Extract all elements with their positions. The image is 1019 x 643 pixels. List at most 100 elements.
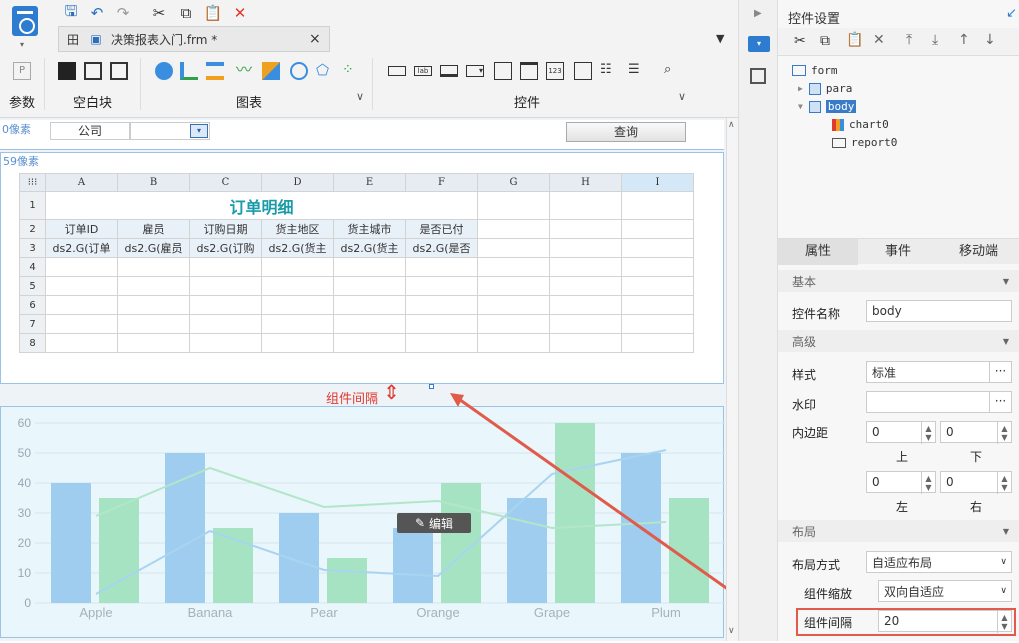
watermark-more-button[interactable]: ··· bbox=[989, 392, 1011, 412]
cell[interactable] bbox=[477, 333, 550, 353]
button-widget-icon[interactable] bbox=[440, 65, 458, 77]
cell[interactable] bbox=[477, 238, 550, 258]
query-button[interactable]: 查询 bbox=[566, 122, 686, 142]
app-menu-chevron-icon[interactable]: ▾ bbox=[20, 40, 24, 49]
cell[interactable] bbox=[549, 314, 622, 334]
absolute-block-icon[interactable] bbox=[58, 62, 76, 80]
cell[interactable] bbox=[261, 333, 334, 353]
cell[interactable] bbox=[261, 257, 334, 277]
header-cell[interactable]: 是否已付 bbox=[405, 219, 478, 239]
section-layout[interactable]: 布局 ▼ bbox=[778, 520, 1019, 542]
col-header[interactable]: G bbox=[477, 173, 550, 192]
cell[interactable] bbox=[45, 276, 118, 296]
move-bottom-icon[interactable]: ⤓ bbox=[932, 32, 938, 48]
combo-tree-widget-icon[interactable] bbox=[494, 62, 512, 80]
cell[interactable] bbox=[333, 314, 406, 334]
header-cell[interactable]: 雇员 bbox=[117, 219, 190, 239]
cell[interactable] bbox=[333, 257, 406, 277]
combo-dropdown-icon[interactable]: ▾ bbox=[190, 124, 208, 138]
col-header[interactable]: A bbox=[45, 173, 118, 192]
move-up-icon[interactable]: ↑ bbox=[958, 32, 970, 48]
binding-cell[interactable]: ds2.G(雇员 bbox=[117, 238, 190, 258]
cell[interactable] bbox=[261, 276, 334, 296]
cell[interactable] bbox=[261, 314, 334, 334]
binding-cell[interactable]: ds2.G(货主 bbox=[261, 238, 334, 258]
cell[interactable] bbox=[621, 219, 694, 239]
save-icon[interactable]: 🖫 bbox=[62, 2, 80, 22]
cell[interactable] bbox=[45, 295, 118, 315]
pad-right-input[interactable]: 0 ▲ ▼ bbox=[940, 471, 1012, 494]
tab-menu-icon[interactable]: ▼ bbox=[716, 32, 724, 45]
cell[interactable] bbox=[477, 219, 550, 239]
cell[interactable] bbox=[45, 314, 118, 334]
cell[interactable] bbox=[477, 257, 550, 277]
move-top-icon[interactable]: ⤒ bbox=[906, 32, 912, 48]
collapse-arrow-icon[interactable]: ▶ bbox=[754, 8, 762, 19]
cut-icon[interactable]: ✂ bbox=[794, 33, 806, 49]
cell[interactable] bbox=[189, 295, 262, 315]
cell[interactable] bbox=[333, 276, 406, 296]
cell[interactable] bbox=[621, 257, 694, 277]
widget-more-chevron-icon[interactable]: ∨ bbox=[678, 90, 686, 103]
widget-name-input[interactable]: body bbox=[866, 300, 1012, 322]
radar-chart-icon[interactable]: ⬠ bbox=[316, 62, 334, 80]
cell[interactable] bbox=[549, 333, 622, 353]
row-header[interactable]: 5 bbox=[19, 276, 46, 296]
layout-icon[interactable] bbox=[750, 68, 766, 84]
cell[interactable] bbox=[45, 333, 118, 353]
radio-group-icon[interactable]: ☷ bbox=[600, 62, 618, 80]
company-combo[interactable]: ▾ bbox=[130, 122, 210, 140]
tree-item-form[interactable]: form bbox=[792, 64, 838, 77]
spinner-icon[interactable]: ▲ ▼ bbox=[921, 422, 935, 444]
binding-cell[interactable]: ds2.G(是否 bbox=[405, 238, 478, 258]
bar-chart-icon[interactable] bbox=[180, 62, 198, 80]
cell[interactable] bbox=[549, 191, 622, 220]
cell[interactable] bbox=[477, 191, 550, 220]
cell[interactable] bbox=[405, 295, 478, 315]
row-header[interactable]: 7 bbox=[19, 314, 46, 334]
binding-cell[interactable]: ds2.G(订单 bbox=[45, 238, 118, 258]
report-title[interactable]: 订单明细 bbox=[45, 191, 478, 220]
section-advanced[interactable]: 高级 ▼ bbox=[778, 330, 1019, 352]
resize-handle[interactable] bbox=[429, 384, 434, 389]
cell[interactable] bbox=[621, 238, 694, 258]
checkbox-group-icon[interactable]: ☰ bbox=[628, 62, 646, 80]
undo-icon[interactable]: ↶ bbox=[88, 4, 106, 22]
pin-icon[interactable]: ↙ bbox=[1006, 6, 1017, 21]
cell[interactable] bbox=[549, 276, 622, 296]
dropdown-chevron-icon[interactable]: ∨ bbox=[1000, 586, 1007, 596]
report-grid[interactable]: ⁝⁝⁝ A B C D E F G H I 1 订单明细 2 订单ID 雇员 订… bbox=[19, 173, 694, 353]
col-header[interactable]: F bbox=[405, 173, 478, 192]
close-tab-icon[interactable]: × bbox=[309, 27, 323, 51]
cell[interactable] bbox=[189, 276, 262, 296]
scroll-up-icon[interactable]: ∧ bbox=[728, 120, 735, 130]
cell[interactable] bbox=[45, 257, 118, 277]
row-header[interactable]: 6 bbox=[19, 295, 46, 315]
col-header[interactable]: E bbox=[333, 173, 406, 192]
col-header[interactable]: H bbox=[549, 173, 622, 192]
gauge-chart-icon[interactable] bbox=[290, 62, 308, 80]
header-cell[interactable]: 货主地区 bbox=[261, 219, 334, 239]
vertical-scrollbar[interactable]: ∧ ∨ bbox=[726, 118, 738, 641]
cell[interactable] bbox=[621, 295, 694, 315]
scale-select[interactable]: 双向自适应 ∨ bbox=[878, 580, 1012, 602]
tab-events[interactable]: 事件 bbox=[858, 239, 938, 265]
tree-item-body[interactable]: ▼ body bbox=[798, 100, 857, 113]
gap-input[interactable]: 20 ▲ ▼ bbox=[878, 610, 1012, 633]
app-menu-icon[interactable] bbox=[12, 6, 38, 36]
cell[interactable] bbox=[477, 295, 550, 315]
row-header[interactable]: 3 bbox=[19, 238, 46, 258]
binding-cell[interactable]: ds2.G(货主 bbox=[333, 238, 406, 258]
pad-top-input[interactable]: 0 ▲ ▼ bbox=[866, 421, 936, 444]
row-header[interactable]: 2 bbox=[19, 219, 46, 239]
header-cell[interactable]: 订购日期 bbox=[189, 219, 262, 239]
cell[interactable] bbox=[477, 276, 550, 296]
cell[interactable] bbox=[333, 333, 406, 353]
design-canvas[interactable]: 0像素 公司 ▾ 查询 59像素 ⁝⁝⁝ A B C D E F G H I 1 bbox=[0, 118, 791, 641]
cell[interactable] bbox=[405, 333, 478, 353]
cell[interactable] bbox=[117, 295, 190, 315]
cell[interactable] bbox=[549, 219, 622, 239]
tab-mobile[interactable]: 移动端 bbox=[938, 239, 1019, 265]
cut-icon[interactable]: ✂ bbox=[150, 4, 168, 22]
expand-icon[interactable]: ▶ bbox=[798, 84, 803, 93]
